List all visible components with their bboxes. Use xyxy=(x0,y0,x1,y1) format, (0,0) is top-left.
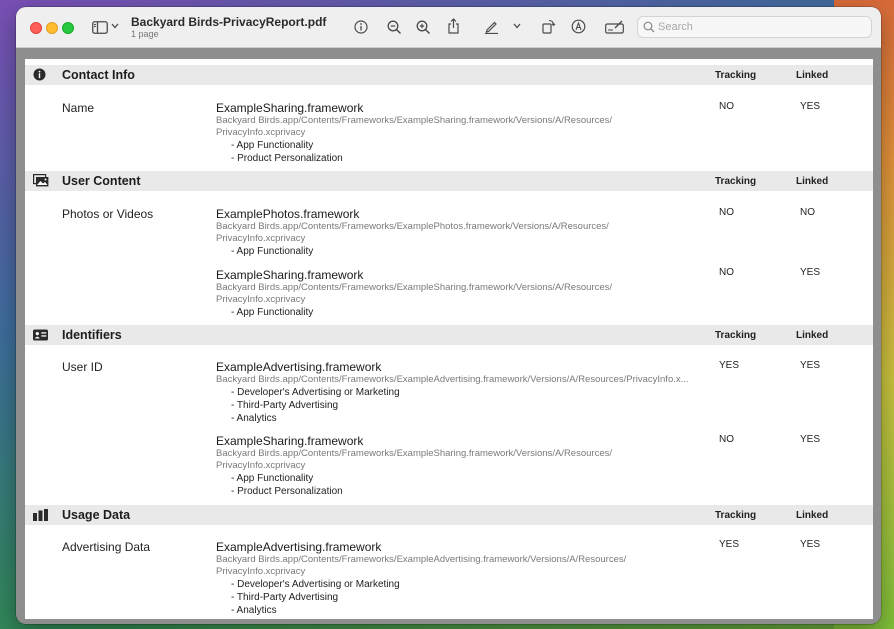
zoom-window-button[interactable] xyxy=(62,22,74,34)
tracking-value: YES xyxy=(719,539,740,550)
framework-entry: ExampleSharing.framework Backyard Birds.… xyxy=(216,101,716,165)
framework-entry: ExampleSharing.framework Backyard Birds.… xyxy=(216,268,716,319)
section-title: Identifiers xyxy=(62,328,122,342)
search-icon xyxy=(643,21,655,33)
framework-name: ExampleAdvertising.framework xyxy=(216,540,382,554)
markup-options-chevron-icon[interactable] xyxy=(513,22,521,30)
purpose-item: - App Functionality xyxy=(231,140,314,151)
framework-path: Backyard Birds.app/Contents/Frameworks/E… xyxy=(216,554,627,565)
chevron-down-icon[interactable] xyxy=(111,22,119,30)
purpose-item: - Product Personalization xyxy=(231,486,343,497)
framework-path-continued: PrivacyInfo.xcprivacy xyxy=(216,566,306,577)
form-fill-icon[interactable] xyxy=(604,19,624,35)
highlight-pen-icon[interactable] xyxy=(483,18,499,34)
framework-name: ExampleSharing.framework xyxy=(216,434,364,448)
section-title: Contact Info xyxy=(62,68,135,82)
section-title: Usage Data xyxy=(62,508,131,522)
purpose-item: - Third-Party Advertising xyxy=(231,400,339,411)
purpose-item: - App Functionality xyxy=(231,246,314,257)
framework-entry: ExampleAdvertising.framework Backyard Bi… xyxy=(216,360,716,425)
tracking-value: YES xyxy=(719,360,740,371)
data-type-label: Name xyxy=(62,101,95,115)
tracking-column-header: Tracking xyxy=(715,70,757,81)
framework-path: Backyard Birds.app/Contents/Frameworks/E… xyxy=(216,221,609,232)
tracking-column-header: Tracking xyxy=(715,510,757,521)
search-placeholder: Search xyxy=(658,21,693,33)
document-page-count: 1 page xyxy=(131,29,159,39)
minimize-window-button[interactable] xyxy=(46,22,58,34)
section-header-contact-info: Contact Info Tracking Linked xyxy=(25,65,873,85)
sidebar-icon[interactable] xyxy=(91,19,109,35)
bar-chart-icon xyxy=(33,508,49,522)
tracking-value: NO xyxy=(719,434,734,445)
close-window-button[interactable] xyxy=(30,22,42,34)
framework-path-continued: PrivacyInfo.xcprivacy xyxy=(216,233,306,244)
tracking-column-header: Tracking xyxy=(715,330,757,341)
framework-path-continued: PrivacyInfo.xcprivacy xyxy=(216,294,306,305)
section-header-usage-data: Usage Data Tracking Linked xyxy=(25,505,873,525)
purpose-item: - Product Personalization xyxy=(231,153,343,164)
tracking-value: NO xyxy=(719,101,734,112)
linked-column-header: Linked xyxy=(796,510,829,521)
purpose-item: - Developer's Advertising or Marketing xyxy=(231,387,400,398)
linked-value: YES xyxy=(800,539,821,550)
linked-value: YES xyxy=(800,101,821,112)
tracking-value: NO xyxy=(719,267,734,278)
framework-path-continued: PrivacyInfo.xcprivacy xyxy=(216,127,306,138)
framework-entry: ExamplePhotos.framework Backyard Birds.a… xyxy=(216,207,716,258)
section-title: User Content xyxy=(62,174,141,188)
framework-path: Backyard Birds.app/Contents/Frameworks/E… xyxy=(216,115,612,126)
framework-name: ExamplePhotos.framework xyxy=(216,207,360,221)
purpose-item: - Third-Party Advertising xyxy=(231,592,339,603)
photos-icon xyxy=(33,174,49,188)
linked-value: NO xyxy=(800,207,815,218)
linked-column-header: Linked xyxy=(796,176,829,187)
rotate-icon[interactable] xyxy=(540,18,556,34)
linked-value: YES xyxy=(800,360,821,371)
section-header-user-content: User Content Tracking Linked xyxy=(25,171,873,191)
framework-path: Backyard Birds.app/Contents/Frameworks/E… xyxy=(216,448,612,459)
purpose-item: - Analytics xyxy=(231,413,277,424)
preview-window: Backyard Birds-PrivacyReport.pdf 1 page xyxy=(16,7,881,624)
document-title: Backyard Birds-PrivacyReport.pdf xyxy=(131,15,327,29)
purpose-item: - App Functionality xyxy=(231,307,314,318)
framework-entry: ExampleAdvertising.framework Backyard Bi… xyxy=(216,540,716,617)
framework-name: ExampleAdvertising.framework xyxy=(216,360,382,374)
framework-path: Backyard Birds.app/Contents/Frameworks/E… xyxy=(216,282,612,293)
tracking-value: NO xyxy=(719,207,734,218)
section-header-identifiers: Identifiers Tracking Linked xyxy=(25,325,873,345)
title-bar: Backyard Birds-PrivacyReport.pdf 1 page xyxy=(16,7,881,48)
info-icon[interactable] xyxy=(353,19,369,35)
zoom-out-icon[interactable] xyxy=(386,19,402,35)
linked-column-header: Linked xyxy=(796,330,829,341)
linked-value: YES xyxy=(800,267,821,278)
purpose-item: - Developer's Advertising or Marketing xyxy=(231,579,400,590)
linked-value: YES xyxy=(800,434,821,445)
data-type-label: Advertising Data xyxy=(62,540,151,554)
data-type-label: Photos or Videos xyxy=(62,207,154,221)
linked-column-header: Linked xyxy=(796,70,829,81)
share-icon[interactable] xyxy=(445,17,461,35)
data-type-label: User ID xyxy=(62,360,103,374)
tracking-column-header: Tracking xyxy=(715,176,757,187)
pdf-page: Contact Info Tracking Linked Name Exampl… xyxy=(25,59,873,619)
info-circle-icon xyxy=(33,68,49,82)
framework-path-continued: PrivacyInfo.xcprivacy xyxy=(216,460,306,471)
id-card-icon xyxy=(33,328,49,342)
framework-name: ExampleSharing.framework xyxy=(216,268,364,282)
purpose-item: - App Functionality xyxy=(231,473,314,484)
framework-name: ExampleSharing.framework xyxy=(216,101,364,115)
framework-path: Backyard Birds.app/Contents/Frameworks/E… xyxy=(216,374,689,385)
markup-icon[interactable] xyxy=(570,18,586,34)
framework-entry: ExampleSharing.framework Backyard Birds.… xyxy=(216,434,716,498)
zoom-in-icon[interactable] xyxy=(415,19,431,35)
purpose-item: - Analytics xyxy=(231,605,277,616)
search-field[interactable]: Search xyxy=(637,16,872,38)
